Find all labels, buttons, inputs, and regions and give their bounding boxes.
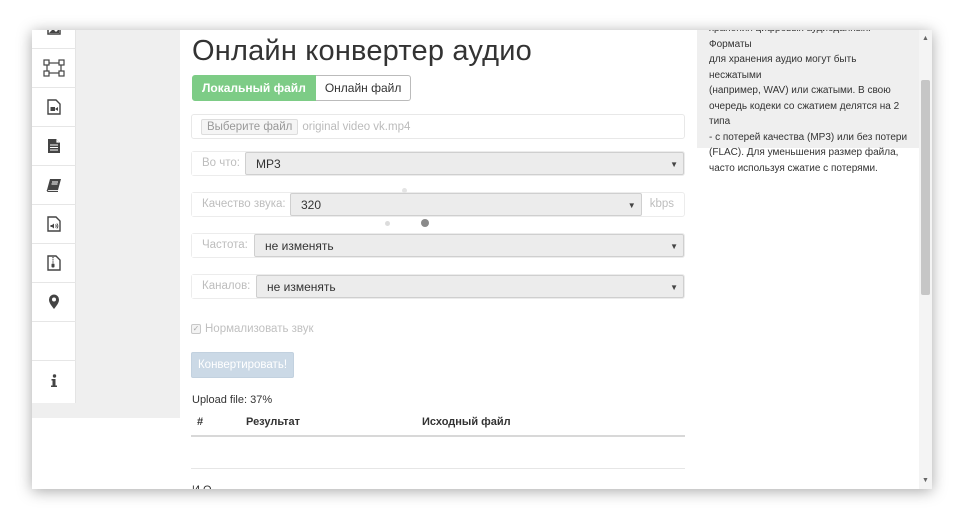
spinner-dot: [421, 219, 429, 227]
sidebar-item-info[interactable]: [32, 361, 76, 400]
frequency-row: Частота: не изменять ▼: [191, 233, 685, 258]
spinner-dot: [402, 188, 407, 193]
format-select[interactable]: MP3 ▼: [245, 152, 684, 175]
quality-select[interactable]: 320 ▼: [290, 193, 642, 216]
normalize-option: ✓ Нормализовать звук: [191, 321, 314, 337]
scroll-down-arrow-icon[interactable]: ▼: [919, 474, 932, 487]
archive-icon: [47, 255, 61, 271]
channels-label: Каналов:: [192, 275, 256, 298]
results-divider: [191, 468, 685, 469]
chevron-down-icon: ▼: [627, 201, 636, 210]
sidebar-item-video[interactable]: [32, 88, 76, 127]
chevron-down-icon: ▼: [670, 283, 678, 292]
choose-file-button[interactable]: Выберите файл: [201, 118, 299, 135]
browser-window: Онлайн конвертер аудио Локальный файл Он…: [32, 30, 932, 489]
column-number: #: [197, 416, 204, 428]
sidebar-item-ebook[interactable]: [32, 166, 76, 205]
left-gray-panel: [76, 30, 180, 418]
ebook-icon: [46, 179, 61, 192]
results-table-header: # Результат Исходный файл: [191, 413, 685, 437]
upload-status: Upload file: 37%: [192, 394, 273, 406]
audio-icon: [47, 216, 61, 232]
spinner-dot: [385, 221, 390, 226]
page-title: Онлайн конвертер аудио: [192, 35, 533, 67]
video-icon: [47, 99, 61, 115]
quality-value: 320: [301, 198, 322, 212]
format-label: Во что:: [192, 152, 245, 175]
frequency-label: Частота:: [192, 234, 254, 257]
info-panel: хранения цифровых аудиоданных. Форматы д…: [697, 30, 919, 174]
column-source-file: Исходный файл: [422, 416, 511, 428]
info-line: (например, WAV) или сжатыми. В свою: [709, 85, 891, 96]
selected-file-name: original video vk.mp4: [302, 120, 411, 133]
frequency-select[interactable]: не изменять ▼: [254, 234, 684, 257]
info-line: - с потерей качества (MP3) или без потер…: [709, 131, 908, 143]
sidebar-item-image[interactable]: [32, 30, 76, 49]
converter-form: Онлайн конвертер аудио Локальный файл Он…: [191, 30, 686, 489]
info-line: хранения цифровых аудиоданных. Форматы: [709, 30, 871, 50]
vertical-scrollbar[interactable]: ▲ ▼: [919, 30, 932, 489]
sidebar-item-vector[interactable]: [32, 49, 76, 88]
format-row: Во что: MP3 ▼: [191, 151, 685, 176]
sidebar-item-location[interactable]: [32, 283, 76, 322]
convert-button[interactable]: Конвертировать!: [191, 352, 294, 378]
quality-label: Качество звука:: [192, 193, 290, 216]
channels-select[interactable]: не изменять ▼: [256, 275, 684, 298]
sidebar-item-audio[interactable]: [32, 205, 76, 244]
scrollbar-thumb[interactable]: [921, 80, 930, 295]
category-sidebar: [32, 30, 76, 403]
info-text: хранения цифровых аудиоданных. Форматы д…: [709, 30, 911, 176]
quality-row: Качество звука: 320 ▼ kbps: [191, 192, 685, 217]
image-icon: [47, 30, 61, 35]
document-icon: [48, 139, 60, 153]
vector-icon: [43, 59, 65, 77]
left-gray-strip: [32, 403, 180, 418]
file-input: Выберите файл original video vk.mp4: [191, 114, 685, 139]
tab-local-file[interactable]: Локальный файл: [192, 75, 316, 101]
source-tabs: Локальный файл Онлайн файл: [192, 75, 412, 101]
location-icon: [49, 294, 59, 309]
sidebar-item-document[interactable]: [32, 127, 76, 166]
info-line: часто используя сжатие с потерями.: [709, 162, 878, 174]
info-line: для хранения аудио могут быть несжатыми: [709, 54, 857, 81]
tab-online-file[interactable]: Онлайн файл: [315, 75, 412, 101]
sidebar-item-archive[interactable]: [32, 244, 76, 283]
column-result: Результат: [246, 416, 301, 428]
normalize-checkbox[interactable]: ✓: [191, 324, 201, 334]
sidebar-item-empty: [32, 322, 76, 361]
format-value: MP3: [256, 157, 281, 171]
channels-value: не изменять: [267, 280, 336, 294]
frequency-value: не изменять: [265, 239, 334, 253]
quality-unit: kbps: [649, 198, 674, 210]
info-line: (FLAC). Для уменьшения размер файла,: [709, 147, 899, 158]
clipped-text: И О: [192, 484, 212, 489]
channels-row: Каналов: не изменять ▼: [191, 274, 685, 299]
info-line: очередь кодеки со сжатием делятся на 2 т…: [709, 100, 900, 128]
normalize-label: Нормализовать звук: [205, 323, 314, 335]
info-icon: [51, 373, 57, 387]
scroll-up-arrow-icon[interactable]: ▲: [919, 32, 932, 45]
chevron-down-icon: ▼: [670, 160, 678, 169]
chevron-down-icon: ▼: [670, 242, 678, 251]
